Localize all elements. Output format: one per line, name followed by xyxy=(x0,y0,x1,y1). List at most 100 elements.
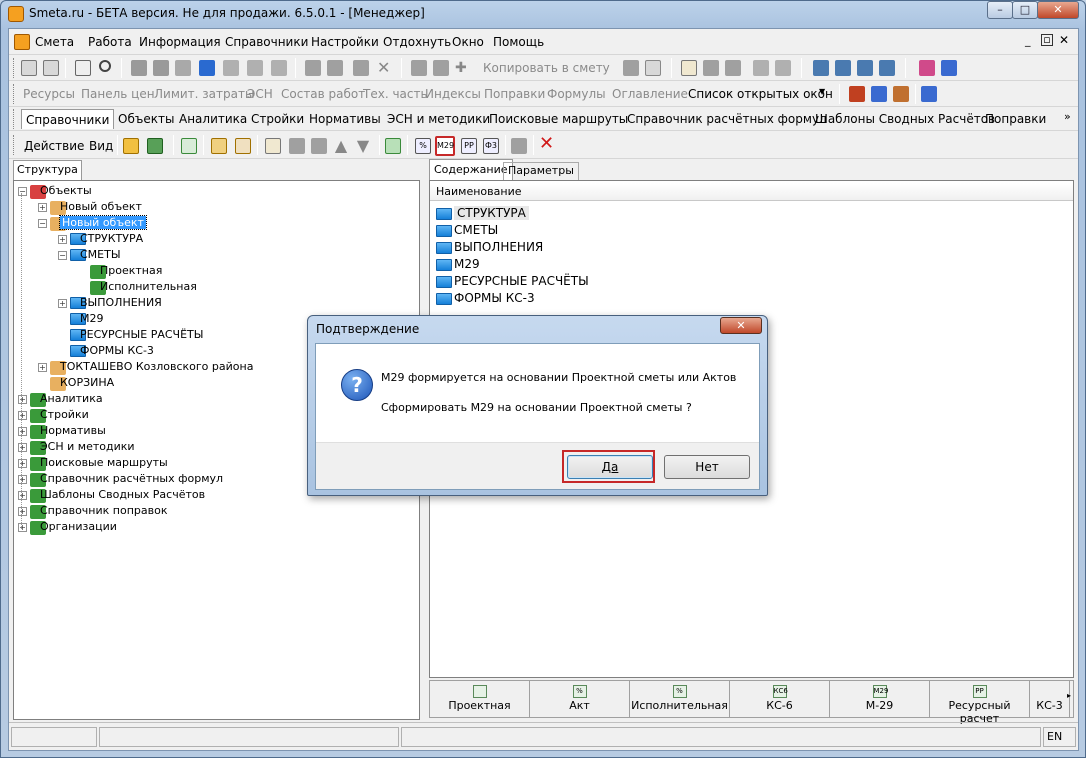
tree-node[interactable]: Стройки xyxy=(40,407,89,423)
tab-contents[interactable]: Содержание xyxy=(429,159,513,180)
act-icon[interactable]: % xyxy=(415,138,431,154)
tab-objects[interactable]: Объекты xyxy=(114,109,178,129)
tab-parameters[interactable]: Параметры xyxy=(503,162,579,180)
paste-icon[interactable] xyxy=(623,60,639,76)
delete-red-icon[interactable]: ✕ xyxy=(539,135,555,153)
move-down-icon[interactable] xyxy=(857,60,873,76)
tab-analytics[interactable]: Аналитика xyxy=(175,109,251,129)
view-menu[interactable]: Вид xyxy=(89,139,113,153)
car-icon[interactable] xyxy=(327,60,343,76)
tree-node[interactable]: Новый объект xyxy=(59,215,147,231)
block2-icon[interactable] xyxy=(311,138,327,154)
expand-icon[interactable]: + xyxy=(38,203,47,212)
list-item[interactable]: СМЕТЫ xyxy=(436,222,498,239)
folder-up-icon[interactable] xyxy=(123,138,139,154)
expand-icon[interactable]: + xyxy=(18,459,27,468)
list-item[interactable]: ВЫПОЛНЕНИЯ xyxy=(436,239,543,256)
close-button[interactable]: ✕ xyxy=(1037,1,1079,19)
tree-node[interactable]: ВЫПОЛНЕНИЯ xyxy=(80,295,162,311)
delete-icon[interactable]: ✕ xyxy=(377,60,393,76)
menu-rabota[interactable]: Работа xyxy=(88,35,132,49)
bricks-icon[interactable] xyxy=(893,86,909,102)
price-panel-button[interactable]: Панель цен xyxy=(81,87,155,101)
tab-search-routes[interactable]: Поисковые маршруты xyxy=(485,109,632,129)
tree-node[interactable]: Организации xyxy=(40,519,117,535)
tree-node[interactable]: ЭСН и методики xyxy=(40,439,135,455)
book-red-icon[interactable] xyxy=(919,60,935,76)
list-item[interactable]: ФОРМЫ КС-3 xyxy=(436,290,535,307)
expand-icon[interactable]: + xyxy=(18,411,27,420)
list-item[interactable]: СТРУКТУРА xyxy=(436,205,529,222)
hammer-icon[interactable] xyxy=(849,86,865,102)
minimize-button[interactable]: – xyxy=(987,1,1013,19)
expand-icon[interactable]: + xyxy=(18,523,27,532)
tree-node[interactable]: Исполнительная xyxy=(100,279,197,295)
corrections-button[interactable]: Поправки xyxy=(484,87,545,101)
outdent-icon[interactable] xyxy=(247,60,263,76)
tree-node[interactable]: ТОКТАШЕВО Козловского района xyxy=(60,359,253,375)
tree-node[interactable]: Нормативы xyxy=(40,423,106,439)
tab-structure[interactable]: Структура xyxy=(13,160,82,180)
vehicle-icon[interactable] xyxy=(871,86,887,102)
move-top-icon[interactable] xyxy=(835,60,851,76)
contents-button[interactable]: Оглавление xyxy=(612,87,688,101)
undo-icon[interactable] xyxy=(175,60,191,76)
menu-smeta[interactable]: Смета xyxy=(35,35,74,49)
menu-rest[interactable]: Отдохнуть xyxy=(383,35,451,49)
ks3-icon[interactable]: Ф3 xyxy=(483,138,499,154)
dialog-close-button[interactable]: ✕ xyxy=(720,317,762,334)
estimate-icon[interactable] xyxy=(265,138,281,154)
expand-icon[interactable]: + xyxy=(18,491,27,500)
tree-node[interactable]: Объекты xyxy=(40,183,92,199)
tree-view-icon[interactable] xyxy=(21,60,37,76)
save-icon[interactable] xyxy=(131,60,147,76)
table-icon[interactable] xyxy=(725,60,741,76)
menu-info[interactable]: Информация xyxy=(139,35,221,49)
tab-summary-templates[interactable]: Шаблоны Сводных Расчётов xyxy=(811,109,999,129)
level-icon[interactable] xyxy=(271,60,287,76)
tab-normatives[interactable]: Нормативы xyxy=(305,109,385,129)
objects-icon[interactable] xyxy=(235,138,251,154)
tab-references[interactable]: Справочники xyxy=(21,109,115,129)
menu-references[interactable]: Справочники xyxy=(225,35,308,49)
tabs-overflow-icon[interactable]: » xyxy=(1064,110,1071,123)
collapse-icon[interactable]: − xyxy=(58,251,67,260)
arrow-up-icon[interactable]: ▲ xyxy=(333,138,349,154)
doc-type-button[interactable]: % Акт xyxy=(530,681,630,717)
doc-type-button[interactable]: КС6 КС-6 xyxy=(730,681,830,717)
clipboard-icon[interactable] xyxy=(645,60,661,76)
search-icon[interactable] xyxy=(99,60,111,72)
mdi-restore-icon[interactable]: ▫ xyxy=(1041,34,1053,46)
image-icon[interactable] xyxy=(75,60,91,76)
indexes-button[interactable]: Индексы xyxy=(425,87,481,101)
collapse-icon[interactable]: − xyxy=(18,187,27,196)
limit-costs-button[interactable]: Лимит. затраты xyxy=(154,87,254,101)
formulas-button[interactable]: Формулы xyxy=(547,87,606,101)
tab-esn[interactable]: ЭСН и методики xyxy=(383,109,494,129)
tree-node[interactable]: РЕСУРСНЫЕ РАСЧЁТЫ xyxy=(80,327,203,343)
tree-node[interactable]: ФОРМЫ КС-3 xyxy=(80,343,154,359)
menu-window[interactable]: Окно xyxy=(452,35,484,49)
doc-type-button[interactable]: % Исполнительная xyxy=(630,681,730,717)
tree-node[interactable]: СТРУКТУРА xyxy=(80,231,143,247)
arrow-down-icon[interactable]: ▼ xyxy=(355,138,371,154)
sync-icon[interactable] xyxy=(181,138,197,154)
refresh-icon[interactable] xyxy=(199,60,215,76)
copy-icon[interactable] xyxy=(433,60,449,76)
tree-node[interactable]: Новый объект xyxy=(60,199,142,215)
list-item[interactable]: М29 xyxy=(436,256,480,273)
tab-constructions[interactable]: Стройки xyxy=(247,109,308,129)
action-menu[interactable]: Действие xyxy=(24,139,84,153)
tab-corrections[interactable]: Поправки xyxy=(981,109,1050,129)
book-blue-icon[interactable] xyxy=(941,60,957,76)
tree-collapse-icon[interactable] xyxy=(775,60,791,76)
stamp-icon[interactable] xyxy=(411,60,427,76)
expand-icon[interactable]: + xyxy=(18,427,27,436)
expand-icon[interactable]: + xyxy=(58,235,67,244)
print-icon[interactable] xyxy=(153,60,169,76)
list-view-icon[interactable] xyxy=(43,60,59,76)
edit-icon[interactable] xyxy=(353,60,369,76)
collapse-icon[interactable]: − xyxy=(38,219,47,228)
doc-type-button[interactable]: М29 М-29 xyxy=(830,681,930,717)
tech-part-button[interactable]: Тех. часть xyxy=(363,87,428,101)
